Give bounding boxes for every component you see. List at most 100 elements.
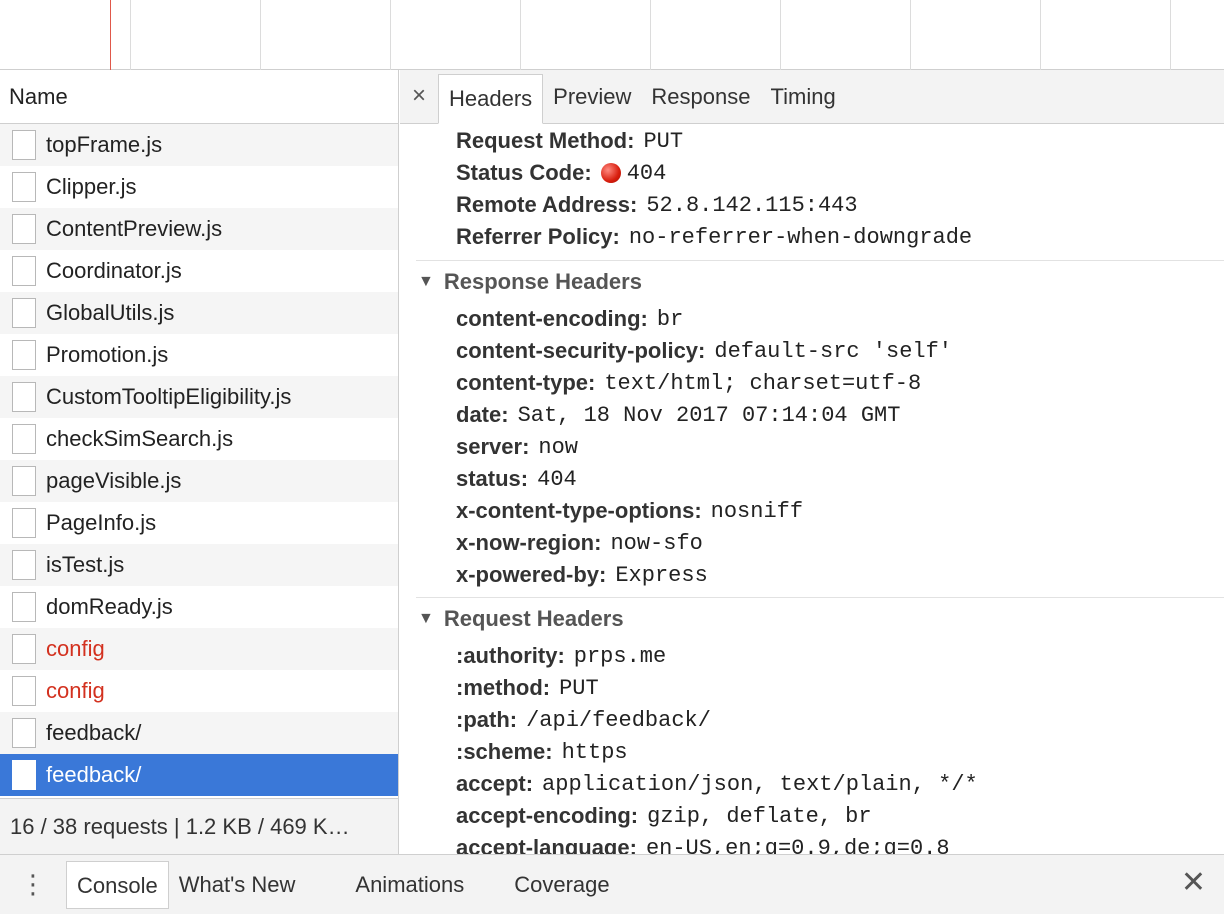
file-icon (12, 382, 36, 412)
request-row[interactable]: Clipper.js (0, 166, 398, 208)
section-title: Request Headers (443, 606, 624, 631)
request-name: Clipper.js (46, 174, 137, 199)
more-options-icon[interactable]: ⋮ (0, 856, 66, 914)
header-name: server: (456, 434, 530, 459)
header-row: accept: application/json, text/plain, */* (400, 768, 1224, 800)
request-row[interactable]: domReady.js (0, 586, 398, 628)
header-name: x-now-region: (456, 530, 602, 555)
header-name: Request Method: (456, 128, 635, 153)
request-row[interactable]: config (0, 628, 398, 670)
header-name: :scheme: (456, 739, 553, 764)
request-list: topFrame.js Clipper.js ContentPreview.js Co… (0, 124, 398, 796)
header-row: Referrer Policy: no-referrer-when-downgra… (400, 221, 1224, 253)
request-row[interactable]: pageVisible.js (0, 460, 398, 502)
request-row[interactable]: isTest.js (0, 544, 398, 586)
header-name: content-encoding: (456, 306, 648, 331)
file-icon (12, 466, 36, 496)
timeline-gridline (130, 0, 131, 70)
file-icon (12, 550, 36, 580)
header-value: now-sfo (610, 530, 703, 556)
timeline-gridline (910, 0, 911, 70)
close-icon[interactable]: × (400, 70, 438, 123)
drawer-tab-whats-new[interactable]: What's New (169, 861, 306, 909)
file-icon (12, 298, 36, 328)
drawer-tab-console[interactable]: Console (66, 860, 169, 909)
header-value: PUT (559, 675, 599, 701)
header-row: accept-language: en-US,en;q=0.9,de;q=0.8 (400, 832, 1224, 854)
request-row[interactable]: config (0, 670, 398, 712)
file-icon (12, 676, 36, 706)
close-drawer-icon[interactable]: ✕ (1181, 865, 1206, 900)
request-name: GlobalUtils.js (46, 300, 175, 325)
file-icon (12, 340, 36, 370)
section-title: Response Headers (443, 269, 642, 294)
header-value: 404 (626, 160, 667, 186)
header-row: :scheme: https (400, 736, 1224, 768)
triangle-down-icon: ▼ (418, 273, 434, 290)
request-headers-section: :authority: prps.me :method: PUT :path: /api/… (400, 640, 1224, 854)
tab-preview[interactable]: Preview (543, 73, 641, 123)
request-name: ContentPreview.js (46, 216, 223, 241)
header-row: :authority: prps.me (400, 640, 1224, 672)
request-headers-toggle[interactable]: ▼ Request Headers (400, 598, 1224, 640)
request-name: checkSimSearch.js (46, 426, 234, 451)
network-overview-timeline[interactable] (0, 0, 1224, 70)
header-value: no-referrer-when-downgrade (628, 224, 973, 250)
drawer-tab-animations[interactable]: Animations (345, 861, 474, 909)
request-row[interactable]: feedback/ (0, 712, 398, 754)
header-name: :authority: (456, 643, 565, 668)
tab-timing[interactable]: Timing (760, 73, 845, 123)
header-row: content-type: text/html; charset=utf-8 (400, 367, 1224, 399)
header-name: status: (456, 466, 529, 491)
drawer-tab-coverage[interactable]: Coverage (504, 861, 619, 909)
request-row[interactable]: topFrame.js (0, 124, 398, 166)
tab-response[interactable]: Response (641, 73, 760, 123)
request-name: config (46, 678, 105, 703)
header-row: Request Method: PUT (400, 125, 1224, 157)
file-icon (12, 424, 36, 454)
request-row[interactable]: checkSimSearch.js (0, 418, 398, 460)
request-name: pageVisible.js (46, 468, 182, 493)
timeline-gridline (1040, 0, 1041, 70)
request-row[interactable]: CustomTooltipEligibility.js (0, 376, 398, 418)
header-value: 404 (537, 466, 577, 492)
header-name: :path: (456, 707, 518, 732)
header-value: application/json, text/plain, */* (542, 771, 978, 797)
timeline-gridline (650, 0, 651, 70)
timeline-gridline (780, 0, 781, 70)
request-row[interactable]: Promotion.js (0, 334, 398, 376)
header-row: Remote Address: 52.8.142.115:443 (400, 189, 1224, 221)
response-headers-toggle[interactable]: ▼ Response Headers (400, 261, 1224, 303)
request-row[interactable]: Coordinator.js (0, 250, 398, 292)
header-name: Referrer Policy: (456, 224, 620, 249)
header-row: :method: PUT (400, 672, 1224, 704)
request-name: PageInfo.js (46, 510, 157, 535)
header-row: server: now (400, 431, 1224, 463)
status-error-icon (600, 163, 621, 183)
request-name: Promotion.js (46, 342, 169, 367)
request-row[interactable]: GlobalUtils.js (0, 292, 398, 334)
triangle-down-icon: ▼ (418, 610, 434, 627)
file-icon (12, 130, 36, 160)
request-row[interactable]: PageInfo.js (0, 502, 398, 544)
request-row[interactable]: ContentPreview.js (0, 208, 398, 250)
file-icon (12, 256, 36, 286)
file-icon (12, 718, 36, 748)
header-name: accept-language: (456, 835, 637, 854)
tab-headers[interactable]: Headers (438, 74, 544, 124)
header-value: https (561, 739, 628, 765)
header-name: :method: (456, 675, 551, 700)
request-name: feedback/ (46, 762, 142, 787)
header-row: x-now-region: now-sfo (400, 527, 1224, 559)
name-column-header[interactable]: Name (0, 70, 398, 124)
header-name: content-security-policy: (456, 338, 706, 363)
timeline-gridline (520, 0, 521, 70)
headers-panel: Request Method: PUT Status Code: 404 Remote … (400, 125, 1224, 854)
header-row: x-content-type-options: nosniff (400, 495, 1224, 527)
header-name: content-type: (456, 370, 596, 395)
request-row[interactable]: feedback/ (0, 754, 398, 796)
file-icon (12, 508, 36, 538)
header-value: /api/feedback/ (526, 707, 711, 733)
header-row: date: Sat, 18 Nov 2017 07:14:04 GMT (400, 399, 1224, 431)
header-value: nosniff (710, 498, 804, 524)
